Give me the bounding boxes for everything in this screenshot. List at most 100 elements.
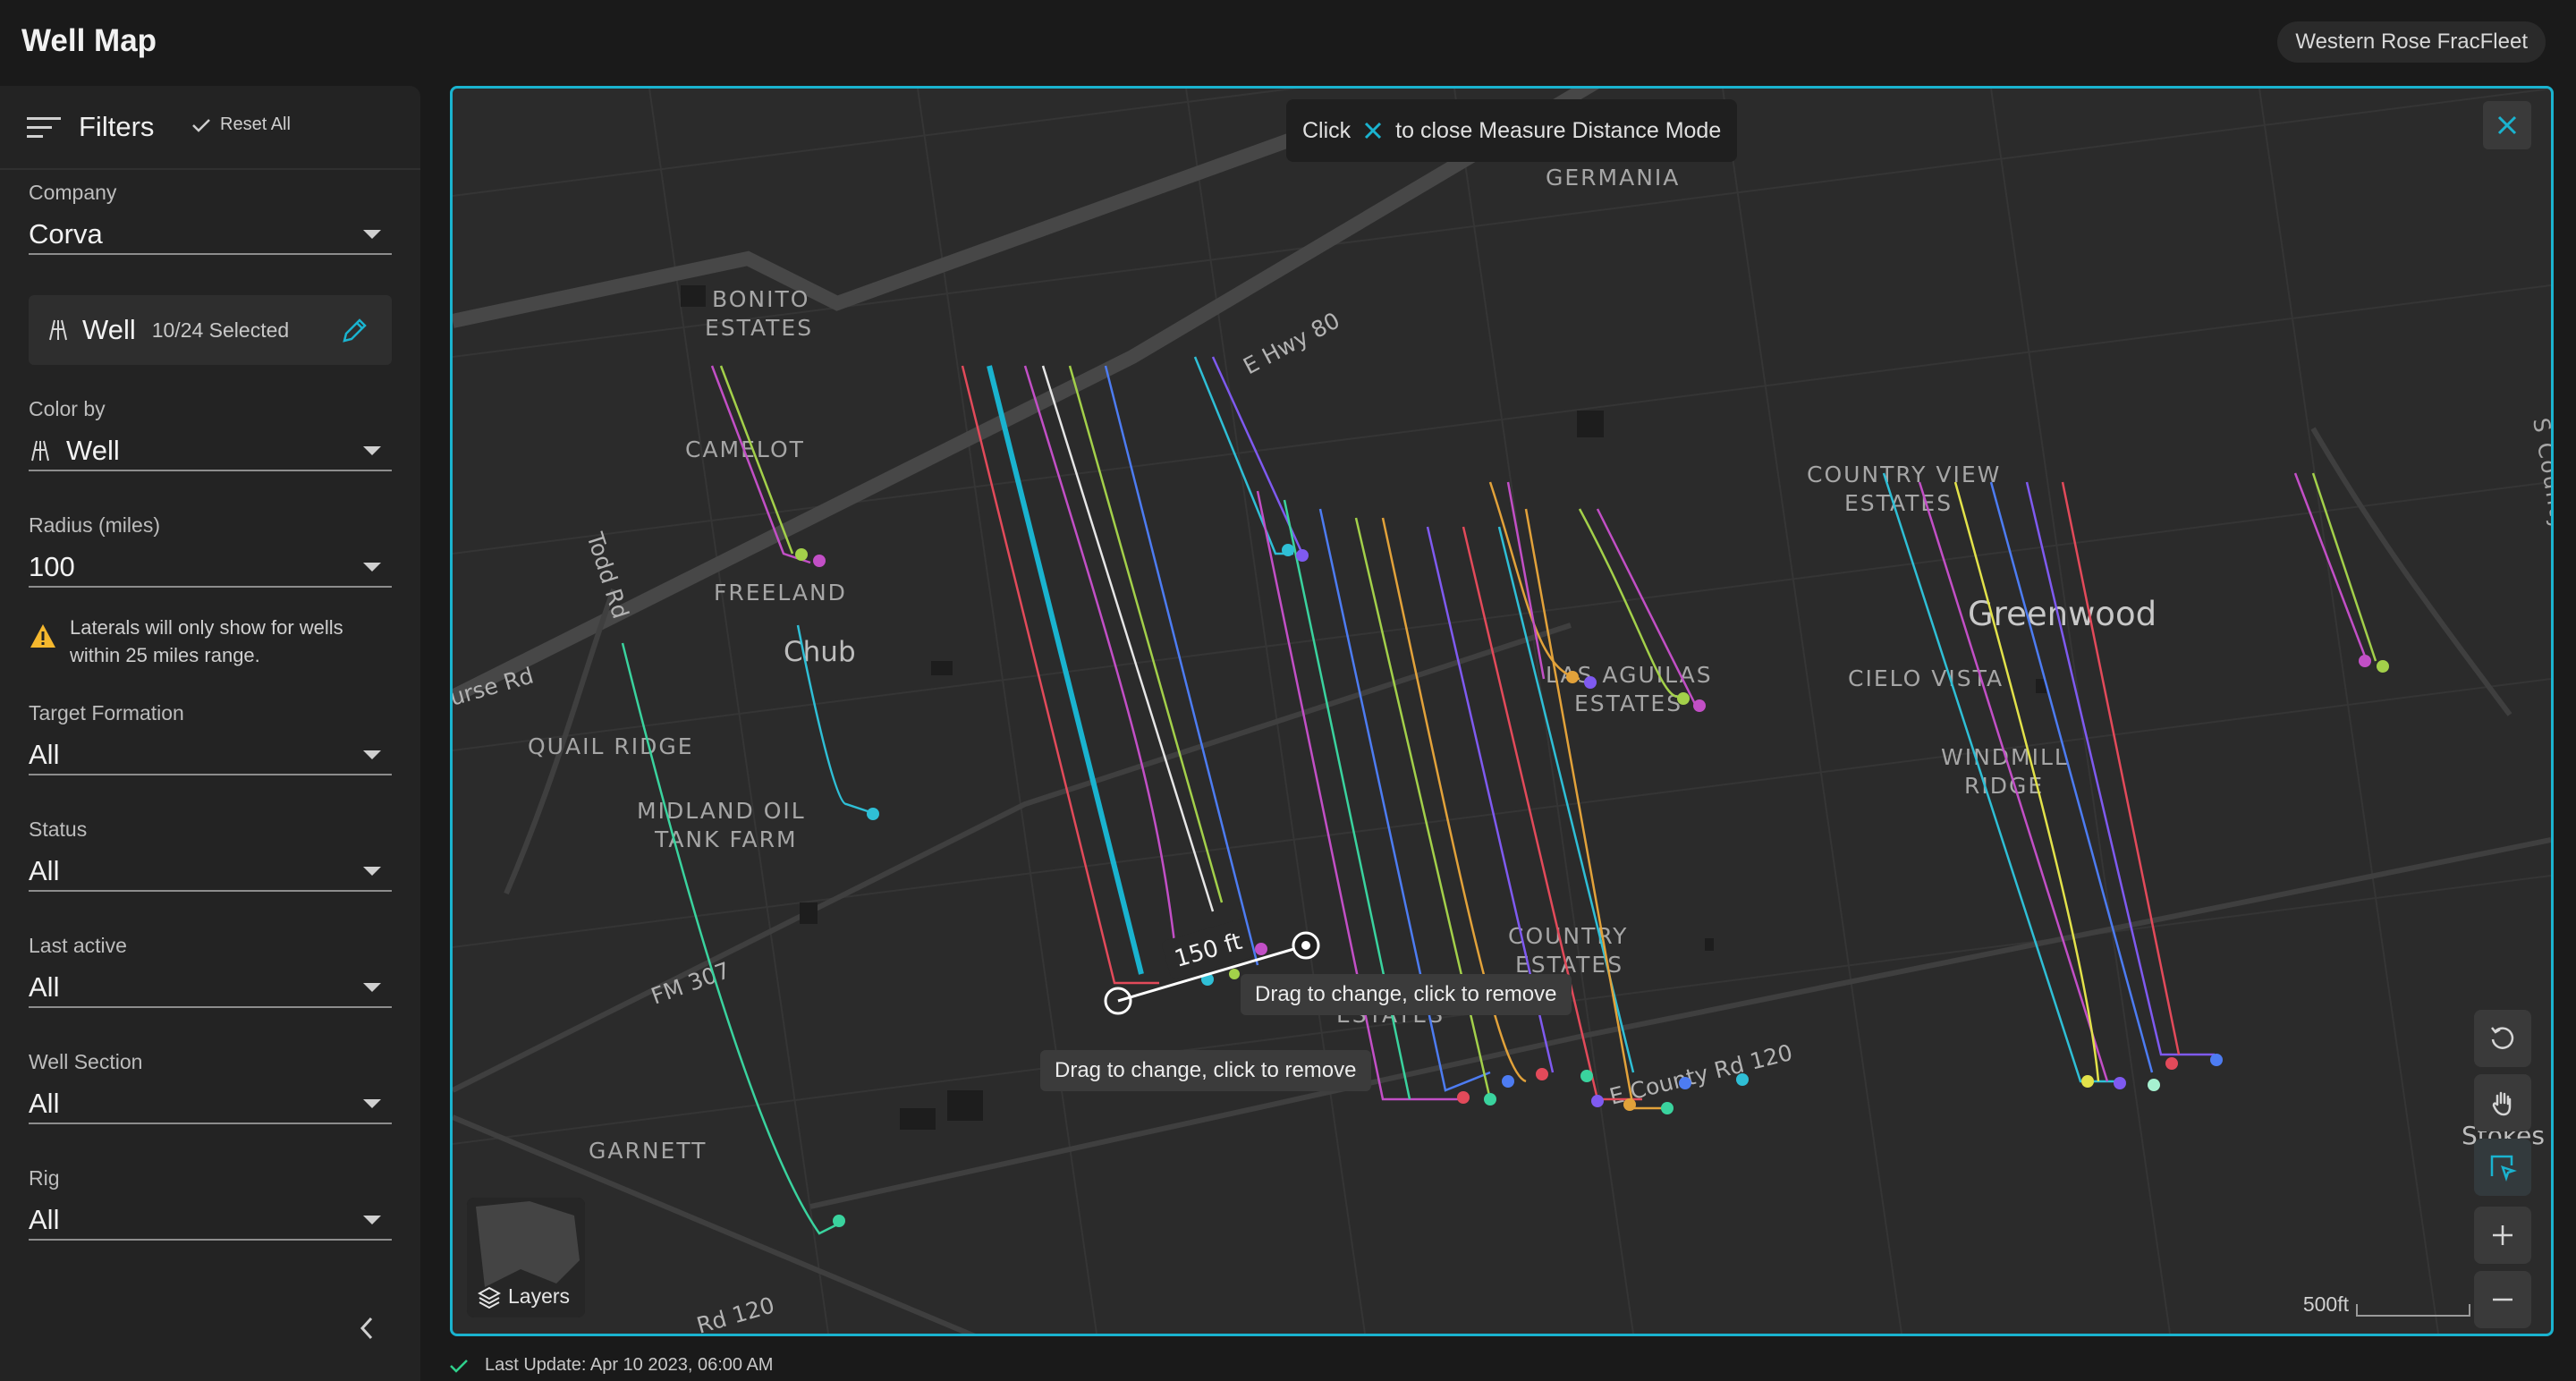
- filter-lines-icon[interactable]: [27, 116, 61, 140]
- map-layer[interactable]: GERMANIA BONITO ESTATES CAMELOT FREELAND…: [453, 89, 2551, 1334]
- target-formation-select[interactable]: All: [29, 736, 392, 775]
- org-chip[interactable]: Western Rose FracFleet: [2277, 21, 2546, 63]
- check-icon: [192, 118, 210, 132]
- company-select[interactable]: Corva: [29, 216, 392, 255]
- place-label: Chub: [784, 636, 856, 668]
- road-label: FM 307: [648, 957, 733, 1010]
- map-canvas[interactable]: GERMANIA BONITO ESTATES CAMELOT FREELAND…: [450, 86, 2554, 1336]
- caret-down-icon: [363, 446, 381, 455]
- scale-label: 500ft: [2302, 1292, 2349, 1316]
- well-selector[interactable]: Well 10/24 Selected: [29, 295, 392, 365]
- radius-warning: Laterals will only show for wells within…: [29, 614, 392, 669]
- status-select[interactable]: All: [29, 852, 392, 892]
- caret-down-icon: [363, 1099, 381, 1108]
- hand-icon: [2492, 1091, 2512, 1116]
- caret-down-icon: [363, 750, 381, 759]
- color-by-field[interactable]: Color by Well: [29, 397, 392, 471]
- well-section-value: All: [29, 1088, 60, 1119]
- filters-sidebar: Filters Reset All Company Corva Well 10/…: [0, 86, 420, 1381]
- well-icon: [31, 440, 49, 462]
- radius-value: 100: [29, 551, 75, 582]
- filters-title: Filters: [79, 111, 155, 142]
- place-label: RIDGE: [1964, 773, 2044, 799]
- last-update-text: Last Update: Apr 10 2023, 06:00 AM: [485, 1355, 774, 1375]
- reset-all-button[interactable]: Reset All: [191, 114, 291, 135]
- zoom-out-button[interactable]: [2474, 1271, 2531, 1328]
- map-history-tools: [2474, 1010, 2531, 1203]
- scale-bar: 500ft: [2303, 1292, 2470, 1317]
- minor-roads: [453, 427, 2551, 1334]
- place-label: GERMANIA: [1546, 165, 1680, 191]
- pan-button[interactable]: [2474, 1074, 2531, 1131]
- target-formation-field[interactable]: Target Formation All: [29, 701, 392, 775]
- zoom-controls: [2474, 1207, 2531, 1334]
- chevron-left-icon[interactable]: [354, 1315, 381, 1342]
- target-formation-label: Target Formation: [29, 701, 184, 724]
- rig-field[interactable]: Rig All: [29, 1166, 392, 1241]
- last-update-status: Last Update: Apr 10 2023, 06:00 AM: [449, 1355, 773, 1376]
- close-icon[interactable]: [1363, 121, 1383, 140]
- measure-tool-button[interactable]: [2474, 1139, 2531, 1196]
- color-by-label: Color by: [29, 397, 106, 420]
- place-label: COUNTRY VIEW: [1807, 462, 2001, 487]
- place-label: S County: [2528, 416, 2551, 534]
- well-icon: [49, 319, 67, 341]
- well-section-select[interactable]: All: [29, 1085, 392, 1124]
- well-name: Well: [82, 314, 136, 345]
- measure-mode-banner: Click to close Measure Distance Mode: [1286, 99, 1738, 162]
- last-active-field[interactable]: Last active All: [29, 934, 392, 1008]
- last-active-label: Last active: [29, 934, 127, 957]
- place-label: ESTATES: [705, 315, 813, 341]
- radius-field[interactable]: Radius (miles) 100: [29, 513, 392, 588]
- color-by-select[interactable]: Well: [29, 432, 392, 471]
- layers-label: Layers: [508, 1284, 571, 1308]
- place-label: BONITO: [712, 286, 809, 312]
- rotate-ccw-icon: [2491, 1027, 2514, 1049]
- caret-down-icon: [363, 1216, 381, 1224]
- app-title: Well Map: [21, 23, 157, 58]
- well-laterals: [621, 356, 2377, 1235]
- measure-point-tooltip: Drag to change, click to remove: [1040, 1050, 1371, 1091]
- place-label: COUNTRY: [1508, 923, 1628, 949]
- place-label: FREELAND: [714, 580, 847, 606]
- well-section-field[interactable]: Well Section All: [29, 1050, 392, 1124]
- radius-label: Radius (miles): [29, 513, 160, 537]
- target-formation-value: All: [29, 739, 60, 770]
- plus-icon: [2493, 1225, 2512, 1245]
- last-active-select[interactable]: All: [29, 969, 392, 1008]
- caret-down-icon: [363, 563, 381, 572]
- scale-bar-line: [2356, 1304, 2470, 1317]
- caret-down-icon: [363, 983, 381, 992]
- rig-label: Rig: [29, 1166, 60, 1190]
- banner-text: to close Measure Distance Mode: [1395, 117, 1722, 143]
- company-field[interactable]: Company Corva: [29, 181, 392, 255]
- radius-select[interactable]: 100: [29, 548, 392, 588]
- reset-view-button[interactable]: [2474, 1010, 2531, 1067]
- zoom-in-button[interactable]: [2474, 1207, 2531, 1264]
- close-icon: [2497, 115, 2517, 135]
- minus-icon: [2493, 1298, 2512, 1301]
- road-label: Todd Rd: [581, 529, 634, 622]
- status-field[interactable]: Status All: [29, 818, 392, 892]
- place-label: ESTATES: [1574, 690, 1682, 716]
- road-label: E Hwy 80: [1239, 308, 1343, 380]
- company-value: Corva: [29, 218, 103, 250]
- banner-click-text: Click: [1302, 117, 1352, 143]
- well-section-label: Well Section: [29, 1050, 143, 1073]
- road-label: Rd 120: [694, 1292, 777, 1334]
- filters-header: Filters Reset All: [0, 86, 420, 170]
- warning-text: Laterals will only show for wells within…: [70, 616, 343, 666]
- layers-icon: [478, 1286, 501, 1309]
- close-measure-button[interactable]: [2483, 101, 2531, 149]
- pencil-icon[interactable]: [340, 317, 369, 345]
- reset-all-label: Reset All: [220, 114, 291, 134]
- layers-button[interactable]: Layers: [467, 1198, 585, 1317]
- measure-distance-label: 150 ft: [1162, 919, 1253, 979]
- well-selected-count: 10/24 Selected: [151, 318, 290, 342]
- place-label: ESTATES: [1844, 490, 1953, 516]
- warning-icon: [30, 624, 55, 648]
- last-active-value: All: [29, 971, 60, 1003]
- rig-select[interactable]: All: [29, 1201, 392, 1241]
- place-label: MIDLAND OIL: [637, 798, 806, 824]
- place-label: CAMELOT: [685, 436, 805, 462]
